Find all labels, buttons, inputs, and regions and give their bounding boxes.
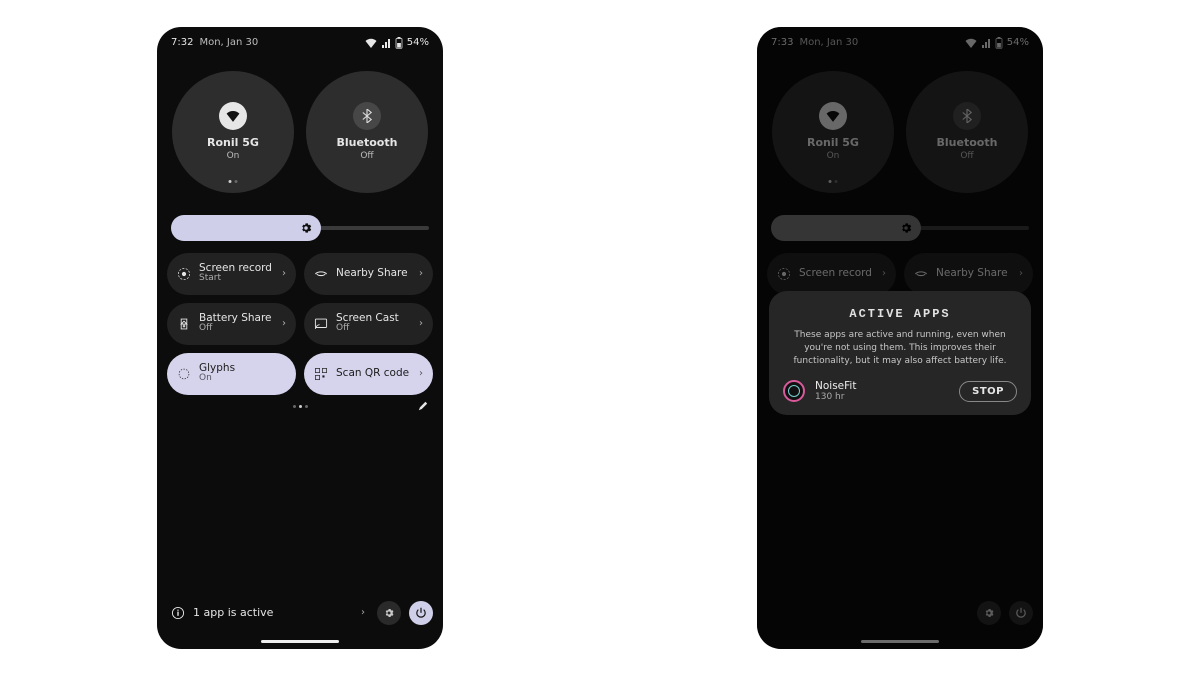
battery-text: 54% <box>1007 37 1029 48</box>
tile-pager-dots <box>229 180 238 183</box>
battery-text: 54% <box>407 37 429 48</box>
chevron-right-icon: › <box>282 318 286 329</box>
cast-icon <box>314 317 328 331</box>
nav-pill[interactable] <box>261 640 339 643</box>
brightness-slider[interactable] <box>771 215 1029 241</box>
quick-setting-big-row: Ronil 5G On Bluetooth Off <box>157 53 443 201</box>
tile-state: On <box>199 374 235 384</box>
phone-screenshot-left: 7:32 Mon, Jan 30 54% <box>157 27 443 649</box>
stop-button[interactable]: STOP <box>959 381 1017 402</box>
bluetooth-icon <box>953 102 981 130</box>
dialog-body: These apps are active and running, even … <box>783 329 1017 368</box>
bottom-bar: 1 app is active › <box>167 601 433 625</box>
battery-share-icon <box>177 317 191 331</box>
scan-qr-tile[interactable]: Scan QR code › <box>304 353 433 395</box>
wifi-icon <box>365 38 377 48</box>
tile-pager-dots <box>829 180 838 183</box>
chevron-right-icon: › <box>882 268 886 279</box>
battery-icon <box>995 37 1003 49</box>
nearby-share-icon <box>914 267 928 281</box>
signal-icon <box>981 38 991 48</box>
power-button[interactable] <box>409 601 433 625</box>
wifi-tile[interactable]: Ronil 5G On <box>172 71 294 193</box>
settings-button[interactable] <box>377 601 401 625</box>
wifi-tile[interactable]: Ronil 5G On <box>772 71 894 193</box>
wifi-icon <box>819 102 847 130</box>
nav-pill[interactable] <box>861 640 939 643</box>
app-runtime: 130 hr <box>815 392 856 403</box>
bluetooth-tile-label: Bluetooth <box>337 136 398 149</box>
chevron-right-icon: › <box>419 268 423 279</box>
chevron-right-icon: › <box>282 268 286 279</box>
screen-record-tile[interactable]: Screen record › <box>767 253 896 295</box>
nearby-share-tile[interactable]: Nearby Share › <box>904 253 1033 295</box>
record-icon <box>777 267 791 281</box>
quick-setting-grid: Screen recordStart › Nearby Share › Batt… <box>157 249 443 399</box>
tile-state: Off <box>199 324 272 334</box>
active-apps-dialog: ACTIVE APPS These apps are active and ru… <box>769 291 1031 416</box>
page-dots <box>293 405 308 408</box>
glyphs-icon <box>177 367 191 381</box>
info-icon <box>171 606 185 620</box>
wifi-tile-state: On <box>827 151 840 161</box>
wifi-icon <box>965 38 977 48</box>
bluetooth-tile-state: Off <box>960 151 973 161</box>
chevron-right-icon: › <box>419 368 423 379</box>
status-bar: 7:32 Mon, Jan 30 54% <box>157 27 443 53</box>
screen-cast-tile[interactable]: Screen CastOff › <box>304 303 433 345</box>
tile-label: Scan QR code <box>336 368 409 380</box>
chevron-right-icon: › <box>361 607 365 618</box>
screen-record-tile[interactable]: Screen recordStart › <box>167 253 296 295</box>
status-date: Mon, Jan 30 <box>799 37 858 48</box>
settings-button[interactable] <box>977 601 1001 625</box>
active-app-row: NoiseFit 130 hr STOP <box>783 380 1017 403</box>
app-name: NoiseFit <box>815 380 856 393</box>
tile-state: Off <box>336 324 399 334</box>
bluetooth-tile-label: Bluetooth <box>937 136 998 149</box>
nearby-share-icon <box>314 267 328 281</box>
status-bar: 7:33 Mon, Jan 30 54% <box>757 27 1043 53</box>
active-apps-bar[interactable]: 1 app is active › <box>167 606 369 620</box>
tile-state: Start <box>199 274 272 284</box>
wifi-tile-state: On <box>227 151 240 161</box>
qr-icon <box>314 367 328 381</box>
signal-icon <box>381 38 391 48</box>
status-date: Mon, Jan 30 <box>199 37 258 48</box>
tile-label: Screen record <box>799 268 872 280</box>
battery-share-tile[interactable]: Battery ShareOff › <box>167 303 296 345</box>
bluetooth-tile[interactable]: Bluetooth Off <box>906 71 1028 193</box>
wifi-tile-label: Ronil 5G <box>207 136 259 149</box>
bluetooth-icon <box>353 102 381 130</box>
phone-screenshot-right: 7:33 Mon, Jan 30 54% Ronil 5G On <box>757 27 1043 649</box>
wifi-tile-label: Ronil 5G <box>807 136 859 149</box>
noisefit-app-icon <box>783 380 805 402</box>
battery-icon <box>395 37 403 49</box>
quick-setting-big-row: Ronil 5G On Bluetooth Off <box>757 53 1043 201</box>
brightness-icon <box>299 221 313 235</box>
chevron-right-icon: › <box>1019 268 1023 279</box>
chevron-right-icon: › <box>419 318 423 329</box>
bluetooth-tile-state: Off <box>360 151 373 161</box>
glyphs-tile[interactable]: GlyphsOn <box>167 353 296 395</box>
bottom-bar <box>767 601 1033 625</box>
edit-button[interactable] <box>417 400 429 412</box>
status-time: 7:32 <box>171 37 193 48</box>
power-button[interactable] <box>1009 601 1033 625</box>
tile-label: Nearby Share <box>336 268 408 280</box>
bluetooth-tile[interactable]: Bluetooth Off <box>306 71 428 193</box>
dialog-title: ACTIVE APPS <box>783 307 1017 321</box>
wifi-icon <box>219 102 247 130</box>
nearby-share-tile[interactable]: Nearby Share › <box>304 253 433 295</box>
tile-label: Nearby Share <box>936 268 1008 280</box>
brightness-icon <box>899 221 913 235</box>
status-time: 7:33 <box>771 37 793 48</box>
active-apps-text: 1 app is active <box>193 606 273 619</box>
brightness-slider[interactable] <box>171 215 429 241</box>
record-icon <box>177 267 191 281</box>
